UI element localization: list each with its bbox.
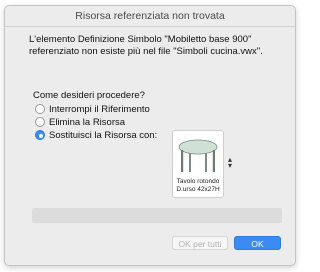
- option-label: Sostituisci la Risorsa con:: [49, 129, 158, 141]
- message-line-1: L'elemento Definizione Simbolo "Mobilett…: [29, 34, 252, 45]
- resource-name-line-2: D.urso 42x27H: [176, 186, 220, 193]
- option-replace-resource[interactable]: Sostituisci la Risorsa con:: [35, 129, 157, 141]
- resource-selector[interactable]: Tavolo rotondo D.urso 42x27H: [172, 130, 224, 198]
- progress-field: [32, 208, 282, 223]
- message-line-2: referenziato non esiste più nel file "Si…: [29, 46, 263, 57]
- radio-button[interactable]: [35, 117, 45, 127]
- dialog-title: Risorsa referenziata non trovata: [5, 6, 295, 27]
- round-table-thumbnail-icon: [178, 139, 218, 172]
- option-break-reference[interactable]: Interrompi il Riferimento: [35, 103, 150, 115]
- ok-button[interactable]: OK: [234, 236, 281, 250]
- ok-for-all-button[interactable]: OK per tutti: [172, 236, 228, 250]
- resource-not-found-dialog: Risorsa referenziata non trovata L'eleme…: [4, 5, 296, 266]
- radio-button-selected[interactable]: [35, 130, 45, 140]
- question-label: Come desideri procedere?: [33, 90, 145, 101]
- option-label: Elimina la Risorsa: [49, 116, 126, 128]
- option-delete-resource[interactable]: Elimina la Risorsa: [35, 116, 125, 128]
- dialog-message: L'elemento Definizione Simbolo "Mobilett…: [29, 34, 291, 58]
- chevron-up-down-icon[interactable]: ▴ ▾: [226, 156, 234, 170]
- option-label: Interrompi il Riferimento: [49, 103, 150, 115]
- resource-name: Tavolo rotondo D.urso 42x27H: [173, 178, 223, 194]
- radio-button[interactable]: [35, 104, 45, 114]
- resource-name-line-1: Tavolo rotondo: [176, 178, 220, 185]
